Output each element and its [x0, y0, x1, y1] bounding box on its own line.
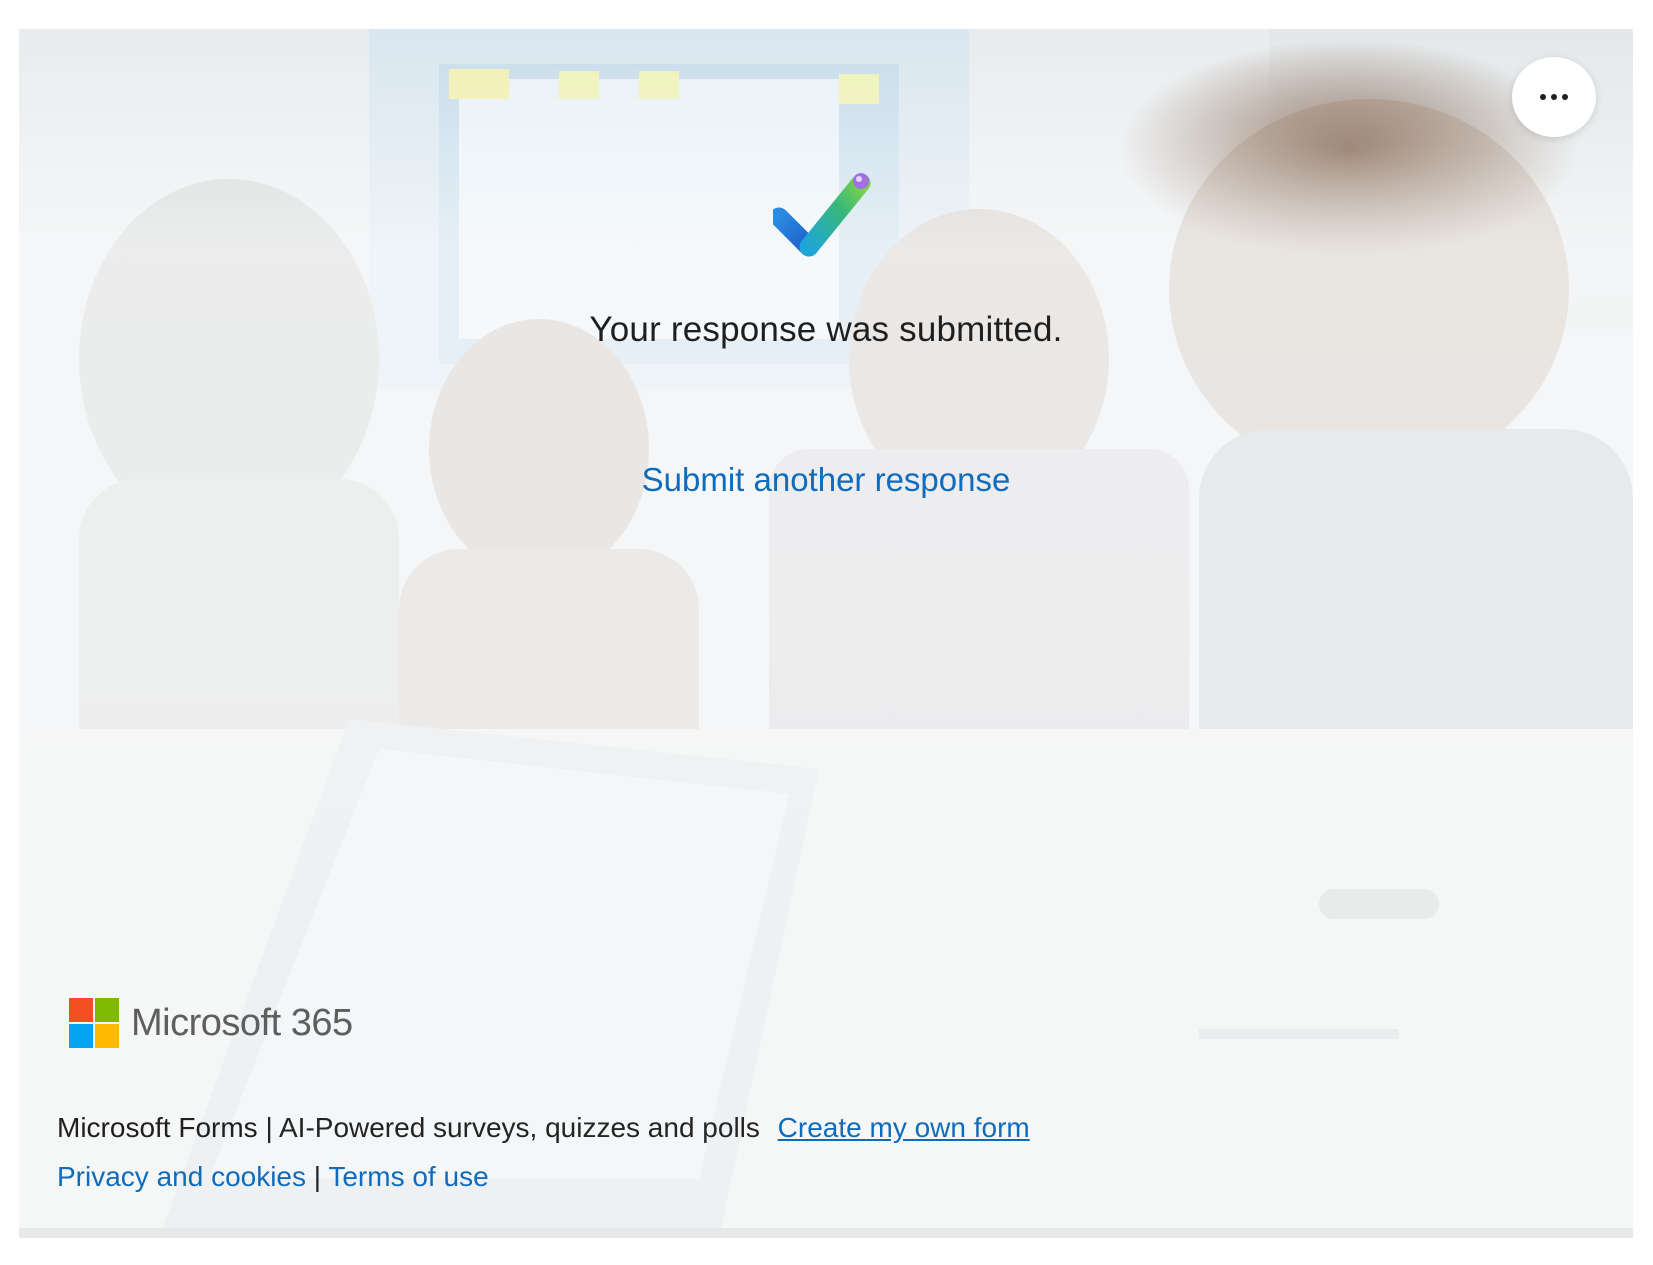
terms-of-use-link[interactable]: Terms of use	[328, 1161, 488, 1192]
confirmation-title: Your response was submitted.	[589, 310, 1063, 349]
product-name: Microsoft Forms	[57, 1112, 258, 1143]
microsoft-logo-icon	[69, 998, 119, 1048]
submit-another-container: Submit another response	[19, 461, 1633, 499]
more-options-button[interactable]	[1512, 57, 1596, 137]
footer-product-line: Microsoft Forms | AI-Powered surveys, qu…	[57, 1112, 1030, 1144]
bottom-strip	[19, 1228, 1633, 1238]
footer-separator: |	[313, 1161, 322, 1192]
footer-legal-line: Privacy and cookies | Terms of use	[57, 1161, 489, 1193]
submit-another-response-link[interactable]: Submit another response	[642, 461, 1011, 498]
logo-text: Microsoft 365	[131, 1001, 353, 1044]
create-my-own-form-link[interactable]: Create my own form	[778, 1112, 1030, 1143]
microsoft-365-logo: Microsoft 365	[69, 998, 353, 1048]
privacy-and-cookies-link[interactable]: Privacy and cookies	[57, 1161, 306, 1192]
checkmark-icon	[773, 173, 871, 257]
product-tagline: AI-Powered surveys, quizzes and polls	[278, 1112, 760, 1143]
page-frame: Your response was submitted. Submit anot…	[19, 29, 1633, 1238]
more-horizontal-icon	[1540, 94, 1568, 100]
footer-separator: |	[265, 1112, 273, 1143]
